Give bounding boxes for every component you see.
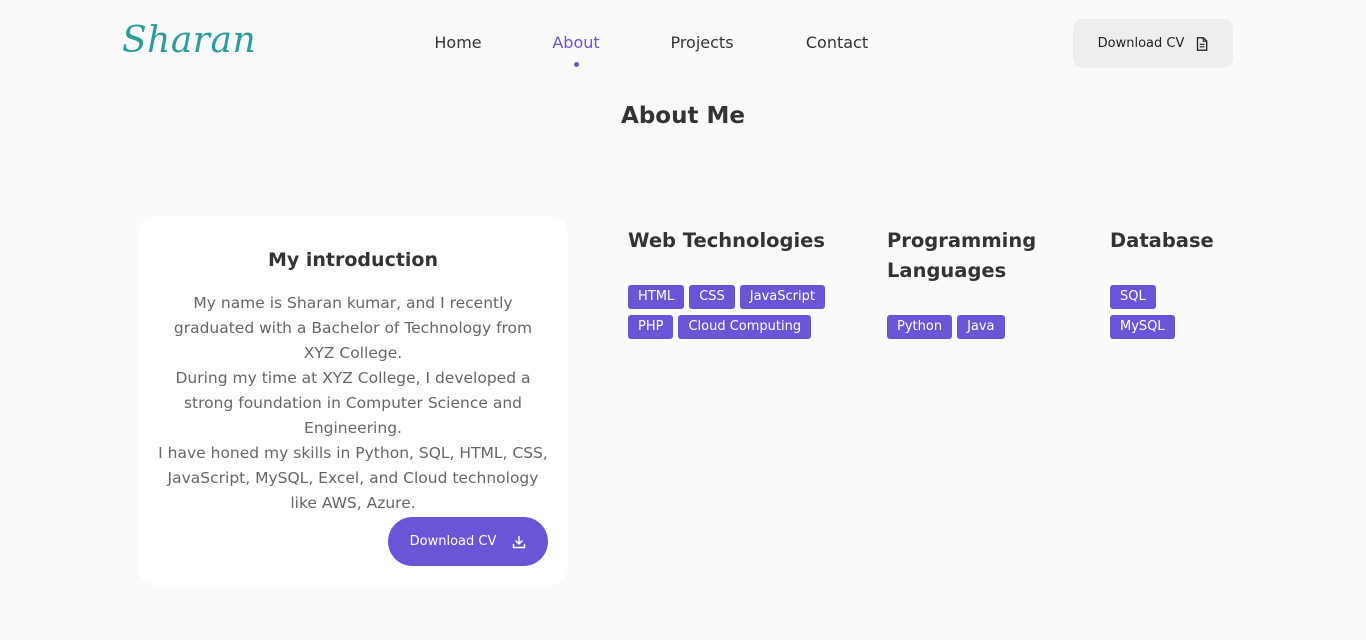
nav-projects[interactable]: Projects bbox=[670, 33, 733, 52]
skill-tag: JavaScript bbox=[739, 285, 825, 309]
skill-group-web: Web Technologies HTML CSS JavaScript PHP… bbox=[628, 226, 838, 339]
active-nav-indicator bbox=[573, 62, 579, 67]
skill-tag: Java bbox=[957, 315, 1005, 339]
skill-tag: MySQL bbox=[1110, 315, 1175, 339]
intro-line: I have honed my skills in Python, SQL, H… bbox=[158, 444, 548, 512]
skill-tag: PHP bbox=[628, 315, 674, 339]
skill-group-database: Database SQL MySQL bbox=[1110, 226, 1250, 339]
skill-tags: Python Java bbox=[887, 315, 1087, 339]
skill-tag: HTML bbox=[628, 285, 685, 309]
skill-tag: Python bbox=[887, 315, 953, 339]
nav-home[interactable]: Home bbox=[434, 33, 481, 52]
skill-group-programming: Programming Languages Python Java bbox=[887, 226, 1047, 339]
nav-about[interactable]: About bbox=[552, 33, 599, 52]
download-cv-label: Download CV bbox=[409, 534, 497, 549]
download-cv-header-button[interactable]: Download CV bbox=[1073, 19, 1233, 68]
skill-tags: SQL MySQL bbox=[1110, 285, 1190, 339]
page-title: About Me bbox=[621, 103, 745, 129]
skill-group-title: Programming Languages bbox=[887, 229, 1037, 282]
intro-line: During my time at XYZ College, I develop… bbox=[175, 369, 531, 437]
skill-group-title: Database bbox=[1110, 229, 1214, 252]
file-document-icon bbox=[1196, 36, 1208, 51]
intro-line: My name is Sharan kumar, and I recently … bbox=[173, 294, 533, 362]
intro-title: My introduction bbox=[267, 249, 439, 271]
skill-tag: Cloud Computing bbox=[678, 315, 812, 339]
download-cv-label: Download CV bbox=[1097, 36, 1185, 51]
intro-card: My introduction My name is Sharan kumar,… bbox=[138, 216, 568, 585]
download-icon bbox=[512, 535, 526, 549]
skill-tags: HTML CSS JavaScript PHP Cloud Computing bbox=[628, 285, 848, 339]
skill-tag: SQL bbox=[1110, 285, 1156, 309]
download-cv-button[interactable]: Download CV bbox=[388, 517, 548, 566]
skill-tag: CSS bbox=[689, 285, 735, 309]
skill-group-title: Web Technologies bbox=[628, 229, 825, 252]
nav-contact[interactable]: Contact bbox=[806, 33, 868, 52]
intro-text: My name is Sharan kumar, and I recently … bbox=[158, 291, 548, 516]
